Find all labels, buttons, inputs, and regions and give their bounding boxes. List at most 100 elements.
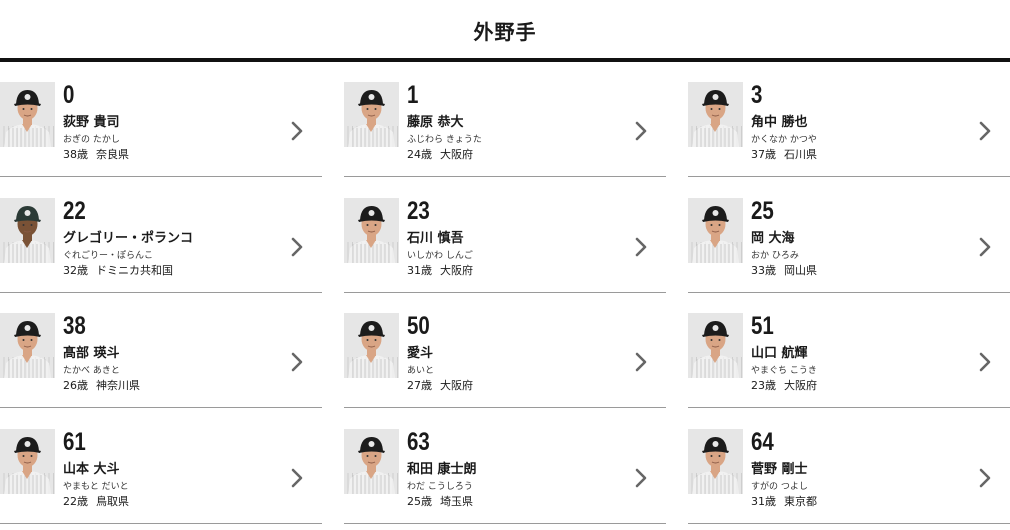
player-birthplace: 鳥取県 — [96, 494, 129, 508]
player-number: 63 — [407, 427, 430, 456]
player-meta: 23歳 大阪府 — [751, 379, 817, 393]
player-photo — [344, 197, 399, 263]
player-photo — [688, 428, 743, 494]
player-age: 37歳 — [751, 148, 776, 161]
player-birthplace: 大阪府 — [440, 263, 473, 277]
player-birthplace: 奈良県 — [96, 148, 129, 161]
player-name-kana: おぎの たかし — [63, 135, 120, 145]
player-photo — [344, 82, 399, 147]
player-number: 3 — [751, 81, 763, 109]
player-name-kana: やまもと だいと — [63, 481, 129, 492]
player-meta: 26歳 神奈川県 — [63, 379, 140, 393]
player-card[interactable]: 1 藤原 恭大 ふじわら きょうた 24歳 大阪府 — [344, 62, 666, 177]
player-card[interactable]: 22 グレゴリー・ポランコ ぐれごりー・ぽらんこ 32歳 ドミニカ共和国 — [0, 178, 322, 293]
player-photo — [344, 313, 399, 378]
player-name: 石川 慎吾 — [407, 230, 464, 246]
player-birthplace: 神奈川県 — [96, 379, 140, 392]
player-photo — [0, 313, 55, 378]
player-name: 愛斗 — [407, 346, 434, 361]
player-card[interactable]: 3 角中 勝也 かくなか かつや 37歳 石川県 — [688, 62, 1010, 177]
player-number: 25 — [751, 196, 774, 225]
player-photo — [0, 82, 55, 147]
player-age: 26歳 — [63, 379, 88, 392]
player-age: 24歳 — [407, 148, 432, 161]
player-age: 38歳 — [63, 148, 88, 161]
player-card[interactable]: 61 山本 大斗 やまもと だいと 22歳 鳥取県 — [0, 409, 322, 524]
player-card[interactable]: 51 山口 航輝 やまぐち こうき 23歳 大阪府 — [688, 293, 1010, 408]
player-birthplace: 大阪府 — [440, 379, 473, 392]
player-birthplace: 大阪府 — [440, 148, 473, 161]
player-meta: 25歳 埼玉県 — [407, 495, 473, 509]
player-name-kana: やまぐち こうき — [751, 366, 817, 376]
player-name: 髙部 瑛斗 — [63, 346, 120, 361]
chevron-right-icon — [635, 468, 647, 487]
player-name: 角中 勝也 — [751, 115, 808, 130]
player-card[interactable]: 64 菅野 剛士 すがの つよし 31歳 東京都 — [688, 409, 1010, 524]
player-photo — [688, 197, 743, 263]
player-name: グレゴリー・ポランコ — [63, 230, 194, 246]
player-name-kana: あいと — [407, 366, 435, 376]
player-meta: 38歳 奈良県 — [63, 148, 129, 162]
player-birthplace: 埼玉県 — [440, 494, 473, 508]
player-meta: 31歳 東京都 — [751, 495, 817, 509]
player-name-kana: ぐれごりー・ぽらんこ — [63, 250, 154, 261]
player-birthplace: 大阪府 — [784, 379, 817, 392]
player-name-kana: いしかわ しんご — [407, 250, 473, 261]
player-number: 0 — [63, 81, 75, 109]
player-name-kana: おか ひろみ — [751, 250, 799, 261]
page-title: 外野手 — [473, 19, 537, 44]
player-name-kana: わだ こうしろう — [407, 481, 473, 492]
player-age: 23歳 — [751, 379, 776, 392]
chevron-right-icon — [291, 237, 303, 256]
player-name: 山口 航輝 — [751, 346, 808, 361]
player-age: 33歳 — [751, 263, 776, 277]
player-card[interactable]: 50 愛斗 あいと 27歳 大阪府 — [344, 293, 666, 408]
player-birthplace: 岡山県 — [784, 263, 817, 277]
player-name-kana: ふじわら きょうた — [407, 135, 482, 145]
player-meta: 33歳 岡山県 — [751, 264, 817, 278]
chevron-right-icon — [291, 468, 303, 487]
chevron-right-icon — [635, 121, 647, 141]
player-photo — [0, 428, 55, 494]
chevron-right-icon — [979, 468, 991, 487]
player-number: 1 — [407, 81, 419, 109]
player-age: 31歳 — [751, 494, 776, 508]
player-card[interactable]: 38 髙部 瑛斗 たかべ あきと 26歳 神奈川県 — [0, 293, 322, 408]
chevron-right-icon — [979, 352, 991, 372]
player-number: 22 — [63, 196, 86, 225]
player-birthplace: 東京都 — [784, 494, 817, 508]
player-number: 23 — [407, 196, 430, 225]
player-age: 27歳 — [407, 379, 432, 392]
player-age: 32歳 — [63, 263, 88, 277]
player-meta: 37歳 石川県 — [751, 148, 817, 162]
player-photo — [344, 428, 399, 494]
player-name: 菅野 剛士 — [751, 461, 808, 477]
player-photo — [688, 82, 743, 147]
player-meta: 27歳 大阪府 — [407, 379, 473, 393]
player-photo — [688, 313, 743, 378]
player-photo — [0, 197, 55, 263]
player-card[interactable]: 23 石川 慎吾 いしかわ しんご 31歳 大阪府 — [344, 178, 666, 293]
chevron-right-icon — [635, 352, 647, 372]
chevron-right-icon — [979, 237, 991, 256]
chevron-right-icon — [979, 121, 991, 141]
player-name: 山本 大斗 — [63, 461, 120, 477]
player-name-kana: すがの つよし — [751, 481, 808, 492]
player-name: 藤原 恭大 — [407, 115, 464, 130]
player-name-kana: かくなか かつや — [751, 135, 817, 145]
chevron-right-icon — [291, 352, 303, 372]
player-meta: 31歳 大阪府 — [407, 264, 473, 278]
player-birthplace: 石川県 — [784, 148, 817, 161]
player-meta: 32歳 ドミニカ共和国 — [63, 264, 173, 278]
chevron-right-icon — [635, 237, 647, 256]
player-number: 50 — [407, 312, 430, 340]
player-number: 61 — [63, 427, 86, 456]
player-meta: 22歳 鳥取県 — [63, 495, 129, 509]
player-birthplace: ドミニカ共和国 — [96, 263, 173, 277]
player-name-kana: たかべ あきと — [63, 366, 120, 376]
player-card[interactable]: 0 荻野 貴司 おぎの たかし 38歳 奈良県 — [0, 62, 322, 177]
player-card[interactable]: 25 岡 大海 おか ひろみ 33歳 岡山県 — [688, 178, 1010, 293]
player-card[interactable]: 63 和田 康士朗 わだ こうしろう 25歳 埼玉県 — [344, 409, 666, 524]
player-meta: 24歳 大阪府 — [407, 148, 473, 162]
player-number: 38 — [63, 312, 86, 340]
